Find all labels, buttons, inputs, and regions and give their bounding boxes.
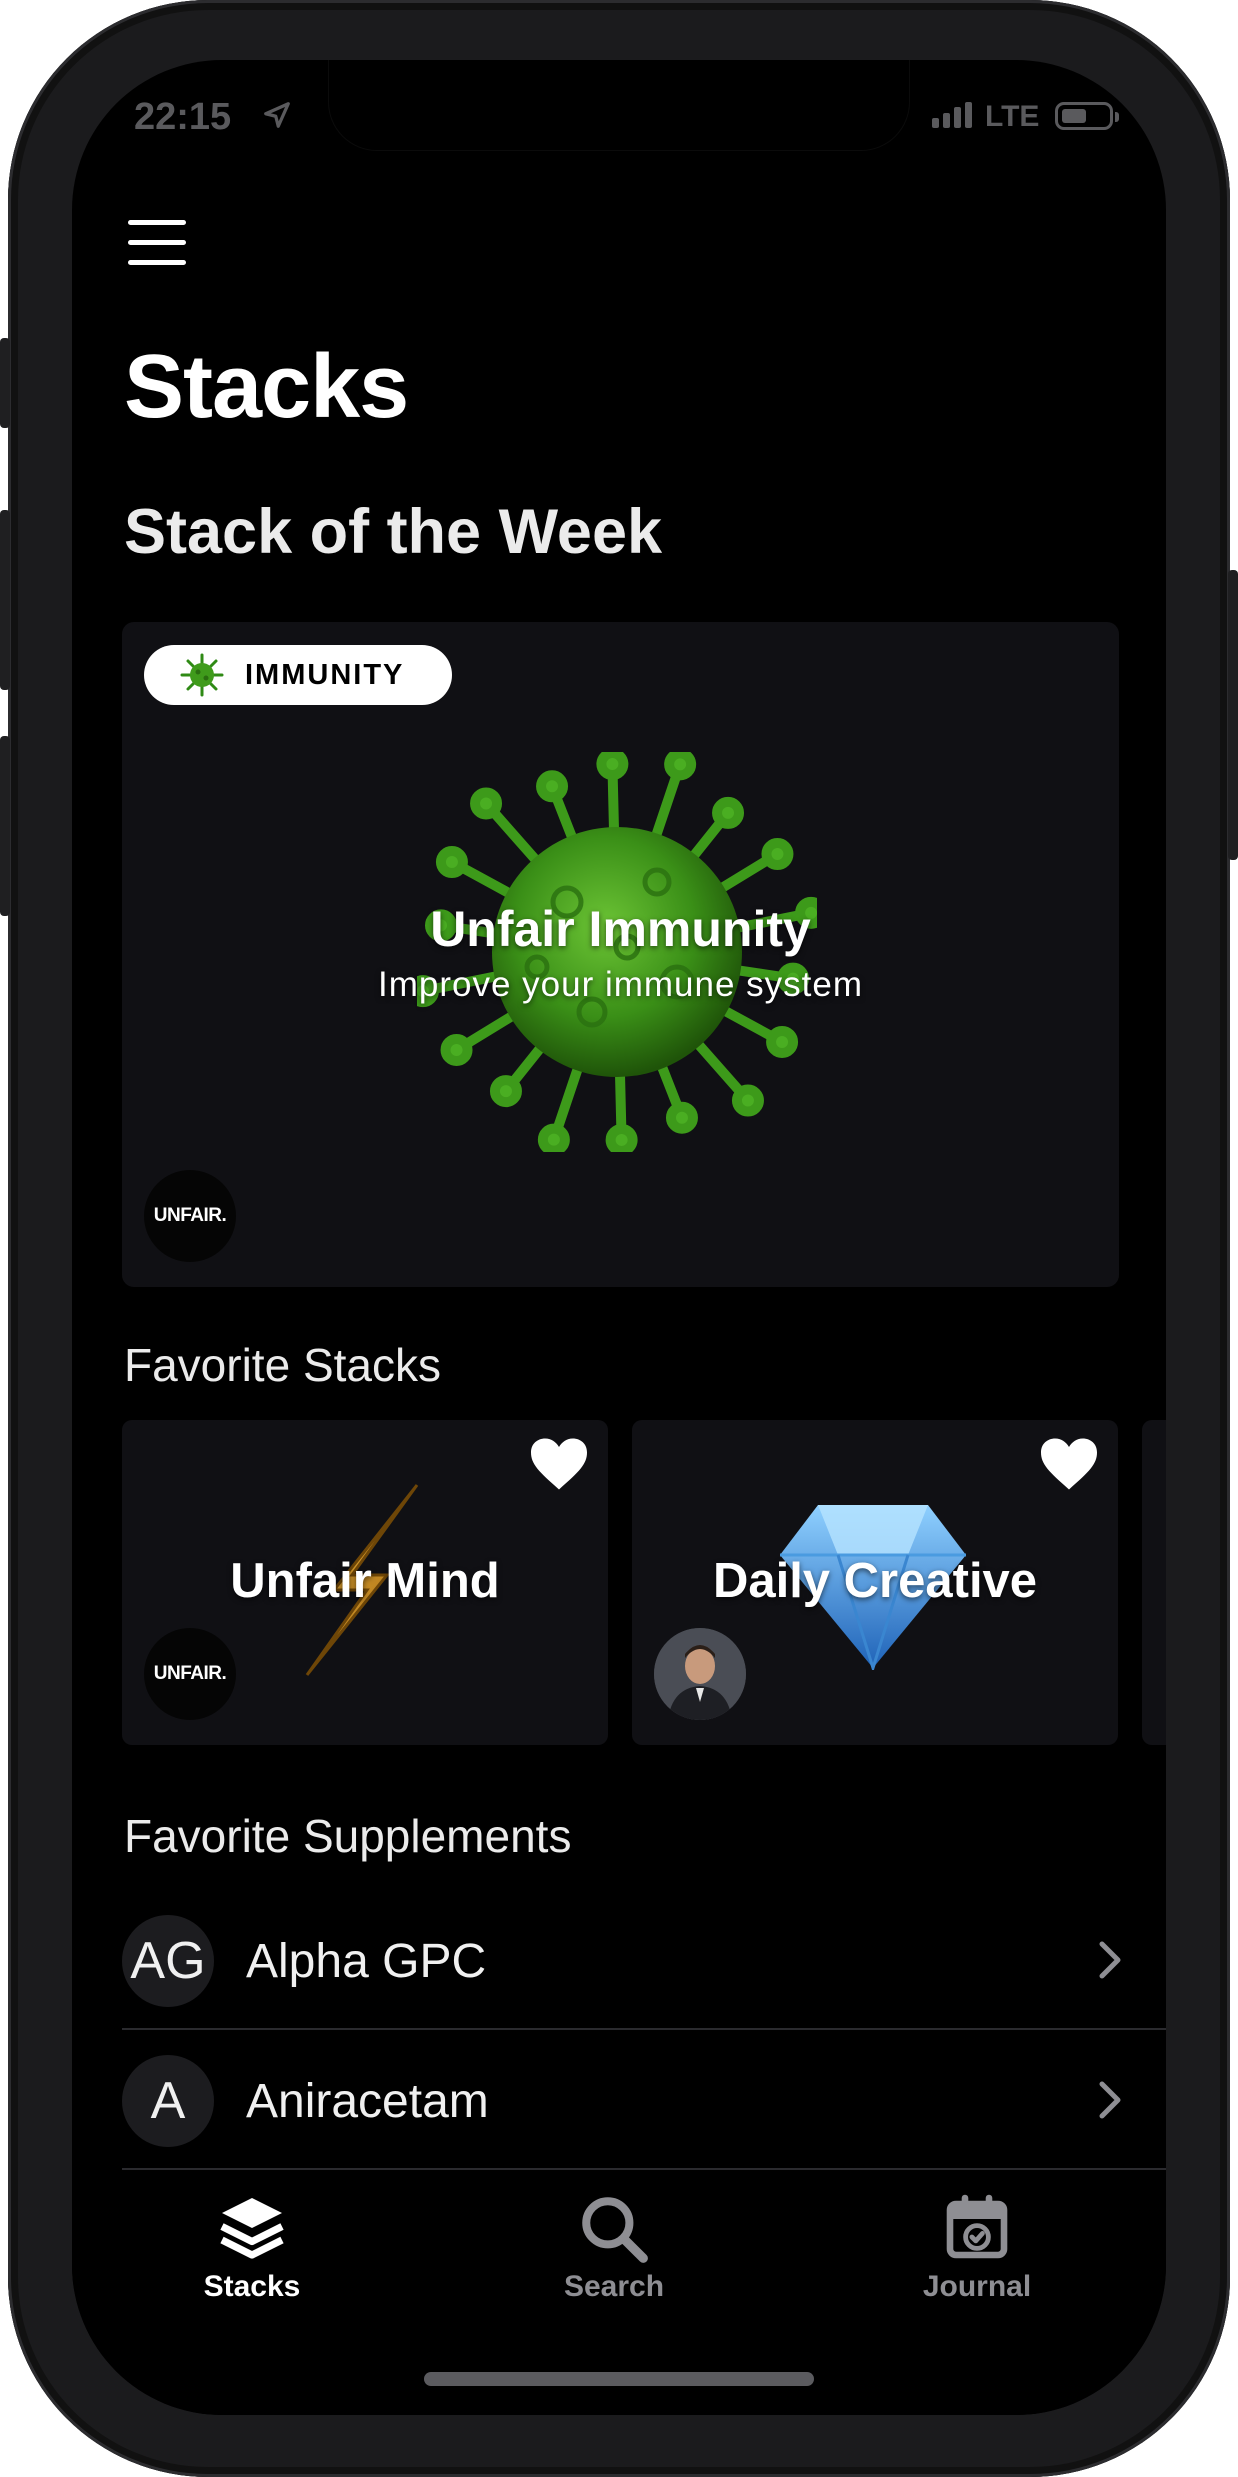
supplement-avatar: AG [122, 1915, 214, 2007]
home-indicator [424, 2372, 814, 2386]
volume-down-button [0, 736, 10, 916]
brand-avatar: UNFAIR. [144, 1170, 236, 1262]
virus-spike-tip [440, 1033, 473, 1066]
stack-title: Unfair Mind [230, 1554, 500, 1608]
favorite-stack-card[interactable]: Daily Creative [632, 1420, 1118, 1745]
virus-spike-tip [596, 752, 629, 781]
network-type: LTE [985, 100, 1040, 133]
virus-spike-tip [489, 1075, 522, 1108]
stack-layers-icon [220, 2198, 284, 2259]
brand-avatar: UNFAIR. [144, 1628, 236, 1720]
power-button [1228, 570, 1238, 860]
virus-spike-tip [537, 1123, 570, 1152]
virus-spike-tip [766, 1025, 799, 1058]
tab-stacks[interactable]: Stacks [122, 2170, 382, 2310]
virus-spike-tip [664, 752, 697, 781]
virus-spike-tip [605, 1123, 638, 1152]
search-icon [582, 2197, 648, 2263]
favorite-stacks-heading: Favorite Stacks [124, 1339, 441, 1391]
supplement-name: Aniracetam [246, 2075, 489, 2128]
stack-of-week-card[interactable]: IMMUNITY Unfair Immunity Improve your im… [122, 622, 1119, 1287]
supplement-row[interactable]: AG Alpha GPC [122, 1890, 1166, 2028]
virus-spike-tip [712, 796, 745, 829]
favorite-stack-card[interactable]: Unfair Mind UNFAIR. [122, 1420, 608, 1745]
tab-journal[interactable]: Journal [847, 2170, 1107, 2310]
chevron-right-icon [1099, 2081, 1121, 2119]
stack-title: Daily Creative [712, 1554, 1038, 1608]
virus-spike-tip [665, 1101, 698, 1134]
notch [329, 60, 909, 150]
tab-label: Stacks [203, 2270, 301, 2303]
stack-of-week-heading: Stack of the Week [124, 497, 663, 567]
location-arrow-icon [264, 102, 290, 128]
heart-filled-icon[interactable] [528, 1436, 590, 1492]
virus-spike-tip [435, 846, 468, 879]
tab-label: Search [563, 2270, 665, 2303]
author-avatar [654, 1628, 746, 1720]
virus-spike-tip [731, 1084, 764, 1117]
virus-icon [180, 653, 224, 697]
chevron-right-icon [1099, 1941, 1121, 1979]
tab-label: Journal [922, 2270, 1032, 2303]
page-title: Stacks [124, 337, 409, 437]
battery-icon [1055, 102, 1119, 130]
calendar-check-icon [946, 2194, 1008, 2259]
status-time: 22:15 [134, 96, 232, 138]
virus-spike-tip [470, 787, 503, 820]
supplement-name: Alpha GPC [246, 1935, 487, 1988]
category-badge: IMMUNITY [144, 645, 452, 705]
volume-up-button [0, 510, 10, 690]
heart-filled-icon[interactable] [1038, 1436, 1100, 1492]
favorite-stack-card-peek[interactable] [1142, 1420, 1166, 1745]
favorite-supplements-heading: Favorite Supplements [124, 1810, 572, 1862]
stack-subtitle: Improve your immune system [377, 965, 864, 1004]
app-screen: 22:15 LTE Stacks Stack of the Week IMMUN… [72, 60, 1166, 2415]
supplement-row[interactable]: A Aniracetam [122, 2030, 1166, 2168]
signal-icon [932, 102, 972, 128]
supplement-avatar: A [122, 2055, 214, 2147]
stack-title: Unfair Immunity [430, 901, 811, 957]
hamburger-menu-icon[interactable] [128, 220, 186, 266]
badge-label: IMMUNITY [245, 659, 405, 691]
virus-spike-tip [761, 838, 794, 871]
mute-switch [0, 338, 10, 428]
tab-search[interactable]: Search [484, 2170, 744, 2310]
virus-spike-tip [536, 770, 569, 803]
